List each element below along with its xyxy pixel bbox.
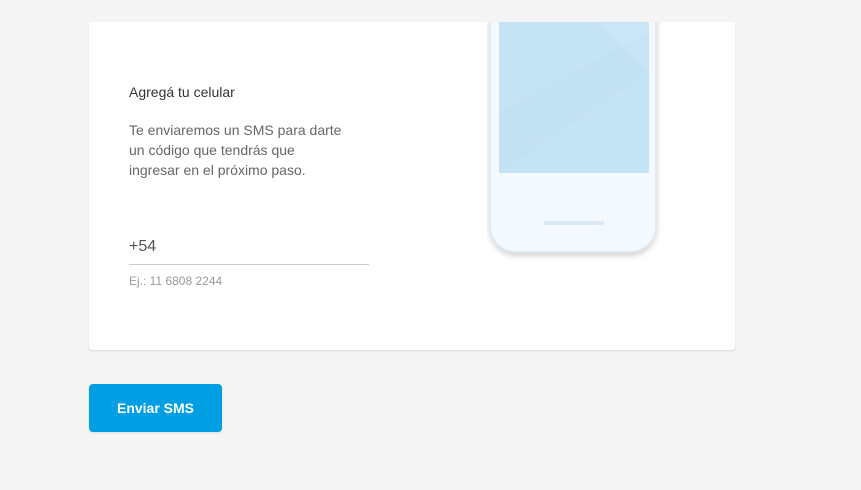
phone-input[interactable] <box>157 236 367 258</box>
smartphone-icon <box>489 22 657 253</box>
card-description: Te enviaremos un SMS para darte un códig… <box>129 122 342 178</box>
send-sms-button[interactable]: Enviar SMS <box>89 384 222 432</box>
phone-helper-text: Ej.: 11 6808 2244 <box>129 274 223 288</box>
card-title: Agregá tu celular <box>129 84 235 100</box>
phone-verification-card: Agregá tu celular Te enviaremos un SMS p… <box>89 22 735 350</box>
country-code-prefix: +54 <box>129 238 157 255</box>
phone-field[interactable]: +54 <box>129 236 369 265</box>
